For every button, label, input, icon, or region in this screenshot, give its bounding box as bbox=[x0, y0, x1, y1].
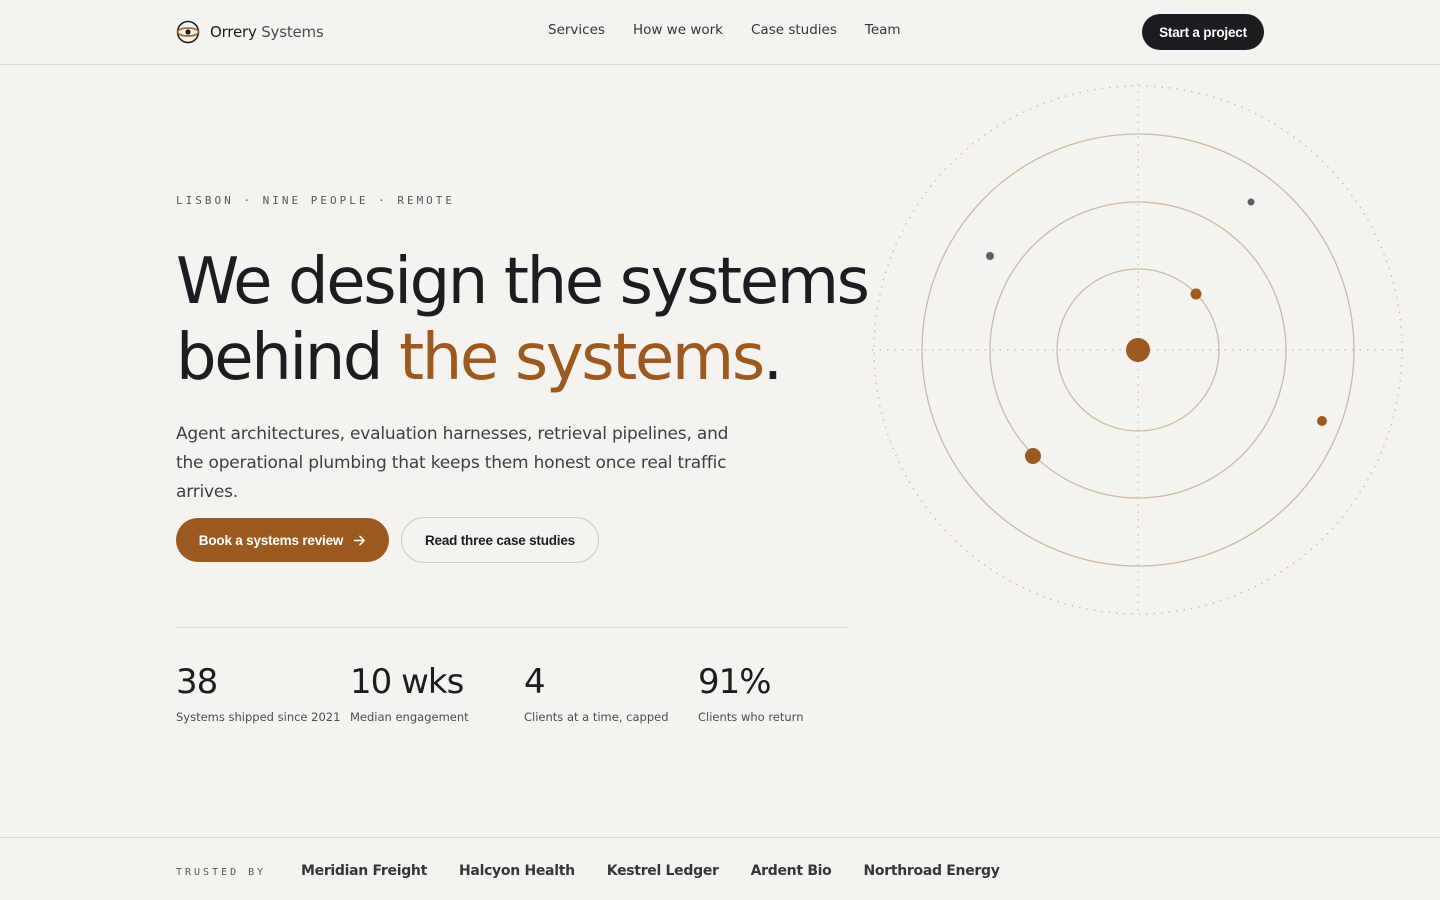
nav-link-team[interactable]: Team bbox=[865, 22, 901, 42]
hero-description: Agent architectures, evaluation harnesse… bbox=[176, 424, 729, 502]
stat-label: Median engagement bbox=[350, 710, 469, 724]
arrow-right-icon bbox=[353, 535, 366, 545]
headline-line-1: We design the systems bbox=[176, 245, 870, 319]
stat-value: 91% bbox=[698, 662, 772, 702]
stats-divider bbox=[176, 627, 848, 628]
orbit-planet bbox=[1025, 448, 1041, 464]
trusted-by-bar: TRUSTED BY Meridian Freight Halcyon Heal… bbox=[0, 837, 1440, 900]
orbit-planet bbox=[1190, 288, 1202, 300]
hero-eyebrow: LISBON · NINE PEOPLE · REMOTE bbox=[176, 194, 456, 207]
orbit-sun bbox=[1126, 338, 1150, 362]
client-logos: Meridian Freight Halcyon Health Kestrel … bbox=[301, 863, 1000, 879]
client-logo-kestrel-ledger: Kestrel Ledger bbox=[606, 863, 719, 879]
read-case-studies-button[interactable]: Read three case studies bbox=[401, 517, 599, 563]
headline-line-2-plain: behind bbox=[176, 321, 400, 395]
stat-clients-return: 91% Clients who return bbox=[698, 660, 804, 724]
orbit-planet bbox=[1247, 198, 1255, 206]
stat-value: 10 wks bbox=[350, 662, 464, 702]
brand-name-primary: Orrery bbox=[210, 23, 257, 41]
top-navigation-bar: Orrery Systems Services How we work Case… bbox=[0, 0, 1440, 65]
orrery-orbit-illustration bbox=[872, 84, 1404, 616]
stat-clients-capped: 4 Clients at a time, capped bbox=[524, 660, 669, 724]
nav-link-case-studies[interactable]: Case studies bbox=[751, 22, 837, 42]
brand-logo[interactable]: Orrery Systems bbox=[176, 20, 324, 44]
book-systems-review-button[interactable]: Book a systems review bbox=[176, 518, 389, 562]
brand-name: Orrery Systems bbox=[210, 23, 324, 41]
stat-systems-shipped: 38 Systems shipped since 2021 bbox=[176, 660, 340, 724]
stat-label: Systems shipped since 2021 bbox=[176, 710, 341, 724]
trusted-by-label: TRUSTED BY bbox=[176, 867, 267, 878]
start-project-button[interactable]: Start a project bbox=[1142, 14, 1264, 50]
nav-link-services[interactable]: Services bbox=[548, 22, 605, 42]
main-nav: Services How we work Case studies Team bbox=[548, 22, 901, 42]
headline-period: . bbox=[762, 321, 783, 395]
client-logo-ardent-bio: Ardent Bio bbox=[750, 863, 832, 879]
stat-label: Clients who return bbox=[698, 710, 804, 724]
brand-name-secondary: Systems bbox=[261, 23, 324, 41]
client-logo-halcyon-health: Halcyon Health bbox=[459, 863, 575, 879]
nav-link-how-we-work[interactable]: How we work bbox=[633, 22, 723, 42]
book-systems-review-label: Book a systems review bbox=[198, 532, 344, 548]
orbit-planet bbox=[1317, 416, 1327, 426]
stat-value: 38 bbox=[176, 662, 218, 702]
headline-accent: the systems bbox=[399, 321, 765, 395]
orrery-eye-icon bbox=[176, 20, 200, 44]
hero-headline: We design the systems behind the systems… bbox=[176, 244, 896, 396]
stat-median-engagement: 10 wks Median engagement bbox=[350, 660, 469, 724]
client-logo-northroad-energy: Northroad Energy bbox=[863, 863, 1000, 879]
stat-label: Clients at a time, capped bbox=[524, 710, 669, 724]
stat-value: 4 bbox=[524, 662, 546, 702]
orbit-planet bbox=[986, 252, 994, 260]
client-logo-meridian-freight: Meridian Freight bbox=[301, 863, 427, 879]
